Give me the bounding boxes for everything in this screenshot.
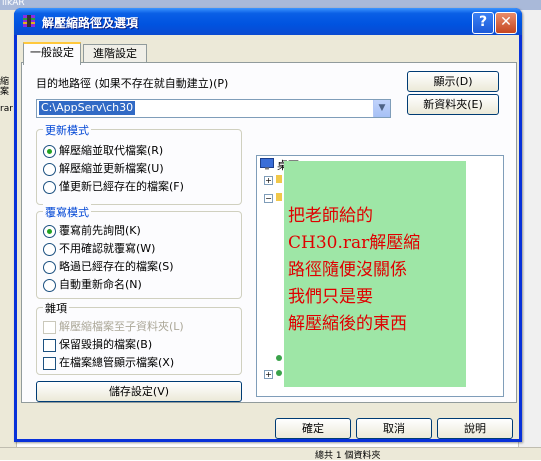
- update-mode-existing-only[interactable]: 僅更新已經存在的檔案(F): [43, 178, 184, 194]
- overwrite-without-prompt[interactable]: 不用確認就覆寫(W): [43, 240, 156, 256]
- update-mode-update-label: 解壓縮並更新檔案(U): [59, 162, 164, 175]
- update-mode-update[interactable]: 解壓縮並更新檔案(U): [43, 160, 164, 176]
- collapse-minus-icon[interactable]: −: [264, 194, 273, 203]
- update-mode-existing-label: 僅更新已經存在的檔案(F): [59, 180, 184, 193]
- misc-group: 雜項 解壓縮檔案至子資料夾(L) 保留毀損的檔案(B) 在檔案總管顯示檔案(X): [36, 300, 242, 375]
- dialog-title: 解壓縮路徑及選項: [42, 16, 139, 30]
- close-icon[interactable]: ✕: [495, 12, 517, 34]
- note-line: 我們只是要: [288, 287, 373, 307]
- radio-icon[interactable]: [43, 242, 56, 256]
- extract-to-subfolders: 解壓縮檔案至子資料夾(L): [43, 318, 184, 334]
- background-status-text: 總共 1 個資料夾: [315, 451, 381, 461]
- update-mode-replace-label: 解壓縮並取代檔案(R): [59, 144, 164, 157]
- network-icon: [276, 370, 282, 376]
- chevron-down-icon[interactable]: ▼: [373, 100, 390, 117]
- expand-plus-icon[interactable]: +: [264, 370, 273, 379]
- ok-button[interactable]: 確定: [275, 418, 351, 439]
- overwrite-mode-group: 覆寫模式 覆寫前先詢問(K) 不用確認就覆寫(W) 略過已經存在的檔案(S) 自…: [36, 204, 242, 299]
- background-text-fragment: 案: [0, 87, 10, 97]
- winrar-icon: [23, 15, 35, 27]
- destination-path-combo[interactable]: C:\AppServ\ch30 ▼: [36, 99, 391, 118]
- dialog-client-area: 一般設定 進階設定 目的地路徑 (如果不存在就自動建立)(P) 顯示(D) 新資…: [17, 35, 519, 439]
- dialog-titlebar[interactable]: 解壓縮路徑及選項 ? ✕: [14, 8, 522, 35]
- keep-broken-files[interactable]: 保留毀損的檔案(B): [43, 336, 153, 352]
- update-mode-replace[interactable]: 解壓縮並取代檔案(R): [43, 142, 164, 158]
- extract-to-subfolders-label: 解壓縮檔案至子資料夾(L): [59, 320, 184, 333]
- overwrite-skip-existing-label: 略過已經存在的檔案(S): [59, 260, 174, 273]
- note-line: CH30.rar解壓縮: [288, 233, 421, 253]
- checkbox-icon[interactable]: [43, 338, 56, 352]
- tab-general[interactable]: 一般設定: [23, 42, 81, 65]
- background-title-fragment: likAR: [2, 0, 25, 8]
- overwrite-auto-rename-label: 自動重新命名(N): [59, 278, 142, 291]
- radio-icon[interactable]: [43, 260, 56, 274]
- note-line: 解壓縮後的東西: [288, 314, 407, 334]
- checkbox-icon: [43, 320, 56, 334]
- desktop-icon: [260, 158, 274, 170]
- overwrite-ask[interactable]: 覆寫前先詢問(K): [43, 222, 141, 238]
- show-button[interactable]: 顯示(D): [407, 71, 499, 92]
- update-mode-title: 更新模式: [43, 122, 91, 138]
- radio-selected-icon[interactable]: [43, 144, 56, 158]
- keep-broken-files-label: 保留毀損的檔案(B): [59, 338, 153, 351]
- overwrite-mode-title: 覆寫模式: [43, 204, 91, 220]
- misc-title: 雜項: [43, 300, 69, 316]
- note-line: 把老師給的: [288, 206, 373, 226]
- overwrite-without-prompt-label: 不用確認就覆寫(W): [59, 242, 156, 255]
- radio-icon[interactable]: [43, 180, 56, 194]
- background-statusbar: 總共 1 個資料夾: [0, 447, 541, 461]
- general-tab-panel: 目的地路徑 (如果不存在就自動建立)(P) 顯示(D) 新資料夾(E) C:\A…: [21, 62, 517, 403]
- radio-icon[interactable]: [43, 162, 56, 176]
- show-in-explorer[interactable]: 在檔案總管顯示檔案(X): [43, 354, 175, 370]
- help-icon[interactable]: ?: [472, 12, 494, 34]
- overwrite-auto-rename[interactable]: 自動重新命名(N): [43, 276, 142, 292]
- save-settings-button[interactable]: 儲存設定(V): [36, 381, 242, 402]
- destination-path-value: C:\AppServ\ch30: [39, 101, 136, 115]
- background-text-fragment: rar: [0, 104, 13, 114]
- update-mode-group: 更新模式 解壓縮並取代檔案(R) 解壓縮並更新檔案(U) 僅更新已經存在的檔案(…: [36, 122, 242, 205]
- new-folder-button[interactable]: 新資料夾(E): [407, 94, 499, 115]
- folder-icon: [276, 175, 282, 183]
- tab-advanced[interactable]: 進階設定: [83, 44, 147, 63]
- cancel-button[interactable]: 取消: [356, 418, 432, 439]
- radio-selected-icon[interactable]: [43, 224, 56, 238]
- destination-label: 目的地路徑 (如果不存在就自動建立)(P): [36, 77, 229, 90]
- expand-plus-icon[interactable]: +: [264, 176, 273, 185]
- note-line: 路徑隨便沒關係: [288, 260, 407, 280]
- folder-icon: [276, 193, 282, 201]
- show-in-explorer-label: 在檔案總管顯示檔案(X): [59, 356, 175, 369]
- overwrite-ask-label: 覆寫前先詢問(K): [59, 224, 141, 237]
- radio-icon[interactable]: [43, 278, 56, 292]
- annotation-note: 把老師給的 CH30.rar解壓縮 路徑隨便沒關係 我們只是要 解壓縮後的東西: [284, 161, 466, 387]
- extract-dialog: 解壓縮路徑及選項 ? ✕ 一般設定 進階設定 目的地路徑 (如果不存在就自動建立…: [14, 8, 522, 442]
- checkbox-icon[interactable]: [43, 356, 56, 370]
- help-button[interactable]: 說明: [437, 418, 513, 439]
- network-icon: [276, 355, 282, 361]
- overwrite-skip-existing[interactable]: 略過已經存在的檔案(S): [43, 258, 174, 274]
